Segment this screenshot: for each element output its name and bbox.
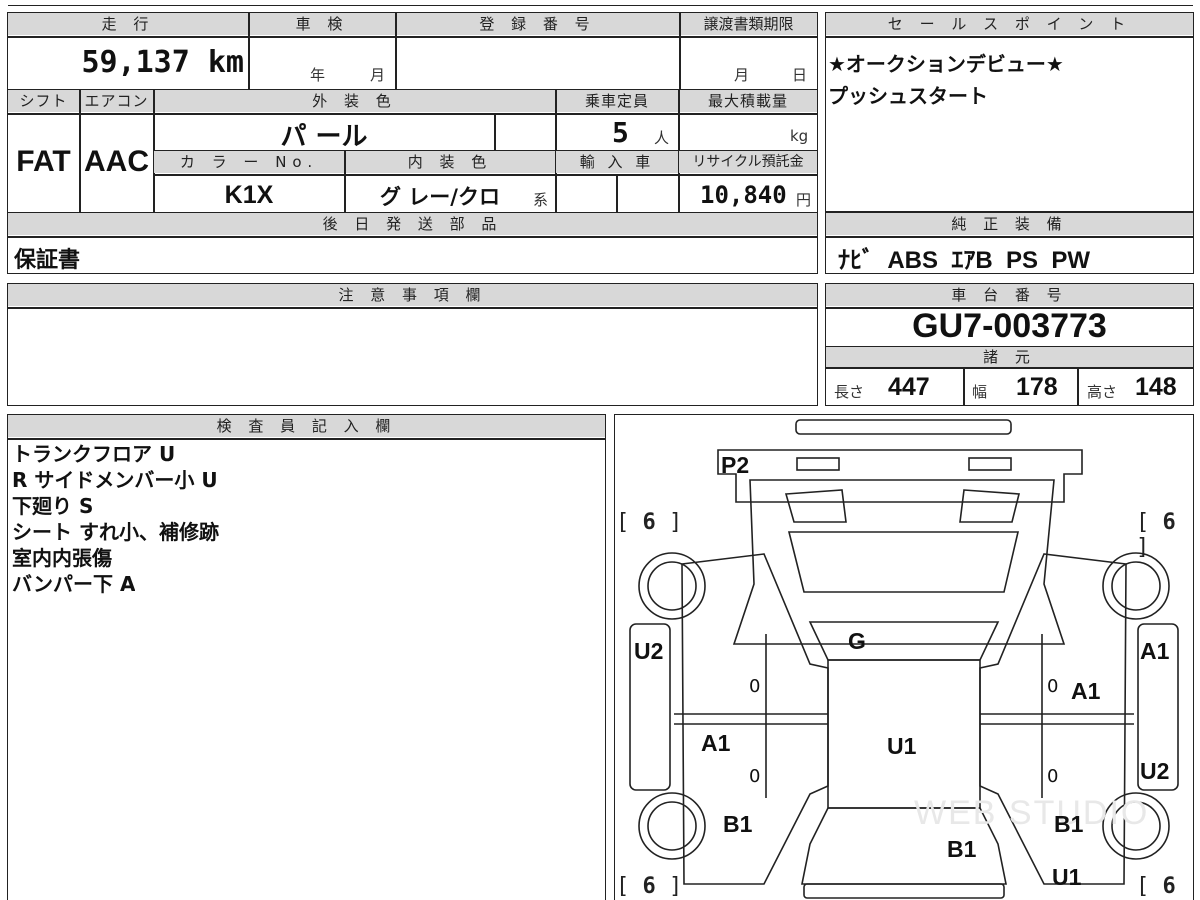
inspector-header: 検 査 員 記 入 欄 bbox=[8, 415, 605, 437]
mileage-value: 59,137 km bbox=[81, 45, 244, 80]
color-no-header: カ ラ ー No. bbox=[154, 151, 344, 173]
door-glass-right-rear: 0 bbox=[1047, 676, 1059, 697]
width-label: 幅 bbox=[972, 383, 988, 401]
inspector-note-3: 下廻り S bbox=[12, 494, 94, 518]
chassis-number: GU7-003773 bbox=[912, 307, 1107, 345]
door-glass-right-front: 0 bbox=[1047, 766, 1059, 787]
mark-right-rear-fender: A1 bbox=[1140, 638, 1170, 664]
import-header: 輸 入 車 bbox=[556, 151, 678, 173]
spec-header: 諸 元 bbox=[826, 347, 1193, 367]
mark-rear-bumper: P2 bbox=[721, 452, 750, 478]
height-label: 高さ bbox=[1087, 383, 1118, 401]
mark-right-front-door: U2 bbox=[1140, 758, 1170, 784]
equipment-header: 純 正 装 備 bbox=[826, 213, 1193, 235]
sales-point-header: セ ー ル ス ポ イ ン ト bbox=[826, 13, 1193, 35]
recycle-unit: 円 bbox=[796, 191, 812, 209]
max-load-header: 最大積載量 bbox=[679, 90, 817, 112]
mark-roof: U1 bbox=[887, 733, 917, 759]
sales-point-box bbox=[825, 12, 1194, 212]
later-parts-header: 後 日 発 送 部 品 bbox=[8, 213, 817, 235]
caution-header: 注 意 事 項 欄 bbox=[8, 284, 817, 306]
tire-rear-right-value: 6 bbox=[1162, 510, 1176, 535]
capacity-value: 5 bbox=[612, 116, 629, 149]
tire-rear-left-value: 6 bbox=[642, 510, 656, 535]
capacity-header: 乗車定員 bbox=[556, 90, 678, 112]
mark-hood: B1 bbox=[947, 836, 977, 862]
door-glass-left-rear: 0 bbox=[749, 676, 761, 697]
mark-trunk: G bbox=[848, 628, 866, 654]
sales-point-line-1: ★オークションデビュー★ bbox=[828, 52, 1064, 76]
tire-bracket-rear-right: [ 6 ] bbox=[1136, 510, 1176, 560]
tire-bracket-front-left: [ 6 ] bbox=[616, 874, 683, 899]
interior-color-value: グ レー/クロ bbox=[380, 185, 500, 209]
equipment-value: ﾅﾋﾞ ABS ｴｱB PS PW bbox=[838, 247, 1091, 274]
transfer-day-unit: 日 bbox=[792, 66, 808, 84]
inspector-note-5: 室内内張傷 bbox=[12, 546, 112, 570]
inspector-note-2: R サイドメンバー小 U bbox=[12, 468, 218, 492]
shift-value: FAT bbox=[16, 145, 71, 178]
width-value: 178 bbox=[1016, 373, 1058, 401]
mark-left-rear-fender: U2 bbox=[634, 638, 664, 664]
max-load-unit: kg bbox=[790, 127, 809, 145]
interior-color-header: 内 装 色 bbox=[345, 151, 555, 173]
transfer-deadline-header: 譲渡書類期限 bbox=[680, 13, 817, 35]
mark-left-front-fender: B1 bbox=[723, 811, 753, 837]
recycle-value: 10,840 bbox=[700, 181, 787, 209]
later-parts-value: 保証書 bbox=[14, 248, 81, 273]
tire-front-right-value: 6 bbox=[1162, 874, 1176, 899]
transfer-month-unit: 月 bbox=[734, 66, 750, 84]
aircon-value: AAC bbox=[84, 145, 149, 178]
chassis-header: 車 台 番 号 bbox=[826, 284, 1193, 306]
inspection-year-unit: 年 bbox=[310, 66, 326, 84]
inspector-note-6: バンパー下 A bbox=[12, 572, 136, 596]
mileage-header: 走 行 bbox=[8, 13, 248, 35]
recycle-header: リサイクル預託金 bbox=[679, 151, 817, 173]
registration-header: 登 録 番 号 bbox=[396, 13, 679, 35]
watermark-text: WEB STUDIO bbox=[914, 794, 1149, 832]
length-value: 447 bbox=[888, 373, 930, 401]
inspection-header: 車 検 bbox=[249, 13, 395, 35]
color-no-value: K1X bbox=[224, 181, 274, 209]
door-glass-left-front: 0 bbox=[749, 766, 761, 787]
inspector-note-4: シート すれ小、補修跡 bbox=[12, 520, 219, 544]
sales-point-line-2: プッシュスタート bbox=[828, 84, 988, 108]
tire-bracket-front-right: [ 6 ] bbox=[1136, 874, 1176, 900]
capacity-unit: 人 bbox=[654, 129, 670, 147]
inspector-note-1: トランクフロア U bbox=[12, 442, 176, 466]
height-value: 148 bbox=[1135, 373, 1177, 401]
mark-right-front-fender: B1 bbox=[1054, 811, 1084, 837]
length-label: 長さ bbox=[834, 383, 865, 401]
exterior-color-header: 外 装 色 bbox=[154, 90, 555, 112]
top-stub-strip bbox=[8, 0, 1193, 6]
aircon-header: エアコン bbox=[80, 90, 153, 112]
tire-front-left-value: 6 bbox=[642, 874, 656, 899]
mark-right-rear-door: A1 bbox=[1071, 678, 1101, 704]
interior-suffix: 系 bbox=[533, 191, 549, 209]
mark-front-right: U1 bbox=[1052, 864, 1082, 890]
inspection-month-unit: 月 bbox=[370, 66, 386, 84]
exterior-color-value: パ ール bbox=[280, 122, 368, 152]
mark-left-rear-door: A1 bbox=[701, 730, 731, 756]
tire-bracket-rear-left: [ 6 ] bbox=[616, 510, 683, 535]
shift-header: シフト bbox=[8, 90, 79, 112]
car-diagram: WEB STUDIO bbox=[629, 419, 1179, 899]
